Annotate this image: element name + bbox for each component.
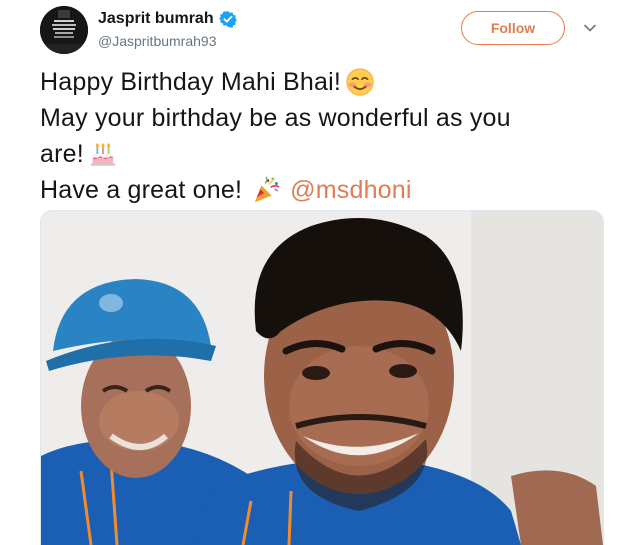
tweet-line-text: Have a great one! (40, 176, 243, 204)
tweet-line: May your birthday be as wonderful as you (40, 100, 600, 136)
name-row: Jasprit bumrah (98, 8, 237, 30)
tweet-line-text: are! (40, 140, 84, 168)
chevron-down-icon[interactable] (582, 20, 598, 36)
tweet-line: are! (40, 136, 600, 172)
author-block: Jasprit bumrah @Jaspritbumrah93 (98, 8, 237, 49)
avatar-image (40, 6, 88, 54)
display-name[interactable]: Jasprit bumrah (98, 10, 214, 28)
follow-button[interactable]: Follow (461, 11, 565, 45)
party-popper-emoji-icon (252, 175, 282, 205)
tweet-line-text: Happy Birthday Mahi Bhai! (40, 68, 341, 96)
birthday-cake-emoji-icon (88, 139, 118, 169)
tweet-text: Happy Birthday Mahi Bhai! May your birth… (40, 64, 600, 208)
tweet-photo[interactable] (40, 210, 604, 545)
tweet-line: Happy Birthday Mahi Bhai! (40, 64, 600, 100)
tweet-line-text: May your birthday be as wonderful as you (40, 104, 511, 132)
user-handle[interactable]: @Jaspritbumrah93 (98, 33, 237, 49)
tweet-line: Have a great one! @msdhoni (40, 172, 600, 208)
mention-link[interactable]: @msdhoni (290, 172, 411, 208)
selfie-photo (41, 211, 603, 545)
verified-badge-icon (218, 10, 237, 28)
smiling-face-emoji-icon (345, 67, 375, 97)
profile-avatar[interactable] (40, 6, 88, 54)
